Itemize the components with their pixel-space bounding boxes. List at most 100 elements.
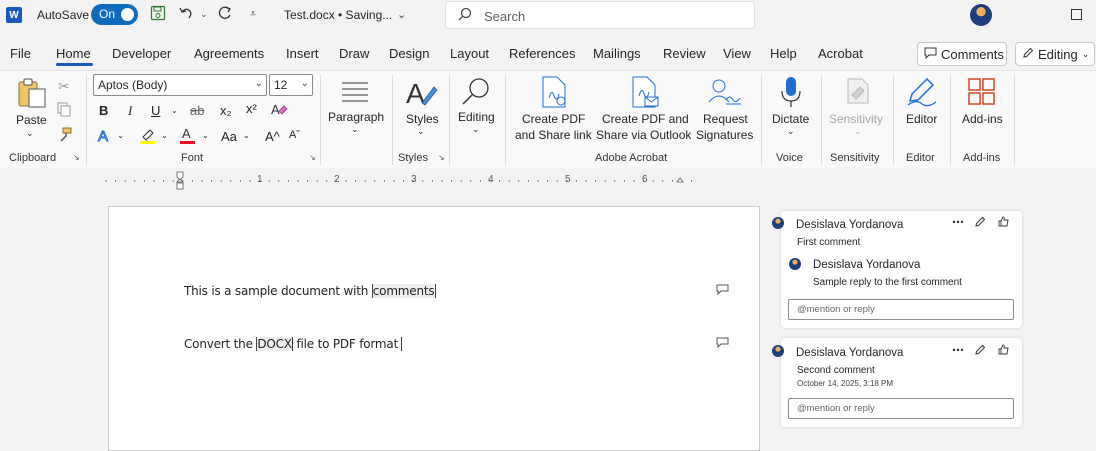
- commented-text-2[interactable]: DOCX: [256, 337, 292, 351]
- create-pdf-outlook-label-1[interactable]: Create PDF and: [602, 112, 689, 126]
- underline-button[interactable]: U: [151, 103, 160, 118]
- tab-acrobat[interactable]: Acrobat: [818, 46, 863, 61]
- styles-icon[interactable]: A: [404, 77, 438, 112]
- italic-button[interactable]: I: [128, 103, 132, 119]
- highlight-color-icon[interactable]: [139, 127, 157, 148]
- reply-input[interactable]: @mention or reply: [788, 398, 1014, 419]
- document-line-2[interactable]: Convert the DOCX file to PDF format: [184, 337, 403, 351]
- superscript-button[interactable]: x²: [246, 101, 257, 116]
- chevron-down-icon[interactable]: ⌄: [351, 124, 359, 135]
- chevron-down-icon[interactable]: ⌄: [202, 131, 209, 140]
- styles-label[interactable]: Styles: [406, 112, 439, 126]
- subscript-button[interactable]: x₂: [220, 103, 232, 118]
- text-effects-icon[interactable]: A: [97, 127, 113, 146]
- chevron-down-icon[interactable]: ⌄: [243, 131, 250, 140]
- format-painter-icon[interactable]: [57, 127, 73, 146]
- editing-mode-button[interactable]: Editing ⌄: [1015, 42, 1095, 66]
- tab-file[interactable]: File: [10, 46, 31, 61]
- reply-input[interactable]: @mention or reply: [788, 299, 1014, 320]
- commented-text-1[interactable]: comments: [371, 284, 435, 298]
- tab-mailings[interactable]: Mailings: [593, 46, 641, 61]
- chevron-down-icon[interactable]: ⌄: [787, 126, 795, 137]
- font-launcher-icon[interactable]: ↘: [309, 153, 316, 162]
- find-icon[interactable]: [459, 76, 493, 109]
- comment-thread-2[interactable]: Desislava Yordanova ⋯ Second comment Oct…: [772, 338, 1022, 427]
- more-options-icon[interactable]: ⋯: [952, 343, 964, 357]
- editor-icon[interactable]: [906, 77, 938, 110]
- tab-draw[interactable]: Draw: [339, 46, 369, 61]
- grow-font-button[interactable]: A^: [265, 129, 280, 144]
- copy-icon[interactable]: [57, 102, 72, 120]
- paragraph-label[interactable]: Paragraph: [328, 110, 384, 124]
- redo-icon[interactable]: [217, 5, 233, 26]
- bold-button[interactable]: B: [99, 103, 108, 118]
- tab-developer[interactable]: Developer: [112, 46, 171, 61]
- clipboard-launcher-icon[interactable]: ↘: [73, 153, 80, 162]
- clear-formatting-icon[interactable]: A: [270, 101, 288, 120]
- comment-thread-1[interactable]: Desislava Yordanova ⋯ First comment Desi…: [772, 211, 1022, 328]
- create-pdf-link-label-1[interactable]: Create PDF: [522, 112, 585, 126]
- change-case-button[interactable]: Aa: [221, 129, 237, 144]
- tab-references[interactable]: References: [509, 46, 575, 61]
- maximize-icon[interactable]: [1071, 9, 1082, 20]
- tab-design[interactable]: Design: [389, 46, 429, 61]
- add-ins-icon[interactable]: [967, 77, 997, 110]
- underline-dropdown-icon[interactable]: ⌄: [171, 106, 178, 115]
- paste-dropdown-icon[interactable]: ⌄: [26, 128, 34, 139]
- styles-launcher-icon[interactable]: ↘: [438, 153, 445, 162]
- tab-layout[interactable]: Layout: [450, 46, 489, 61]
- document-line-1[interactable]: This is a sample document with comments: [184, 284, 437, 298]
- request-signatures-label-1[interactable]: Request: [703, 112, 748, 126]
- chevron-down-icon[interactable]: ⌄: [117, 131, 124, 140]
- cut-icon[interactable]: ✂: [58, 78, 70, 95]
- user-avatar[interactable]: [970, 4, 992, 26]
- shrink-font-button[interactable]: Aˇ: [289, 129, 300, 141]
- add-ins-label[interactable]: Add-ins: [962, 112, 1003, 126]
- chevron-down-icon[interactable]: ⌄: [472, 124, 480, 135]
- sensitivity-label[interactable]: Sensitivity: [829, 112, 883, 126]
- comment-marker-icon[interactable]: [716, 337, 729, 348]
- document-title[interactable]: Test.docx • Saving...: [284, 8, 392, 22]
- comments-button[interactable]: Comments: [917, 42, 1007, 66]
- edit-pencil-icon[interactable]: [974, 344, 986, 359]
- sensitivity-icon[interactable]: [845, 77, 871, 108]
- editor-label[interactable]: Editor: [906, 112, 937, 126]
- paste-label[interactable]: Paste: [16, 113, 47, 127]
- comment-marker-icon[interactable]: [716, 284, 729, 295]
- create-pdf-link-label-2[interactable]: and Share link: [515, 128, 592, 142]
- tab-home[interactable]: Home: [56, 46, 91, 61]
- document-page[interactable]: This is a sample document with comments …: [108, 206, 760, 451]
- create-pdf-link-icon[interactable]: [540, 76, 568, 111]
- tab-agreements[interactable]: Agreements: [194, 46, 264, 61]
- title-chevron-icon[interactable]: ⌄: [397, 8, 406, 21]
- create-pdf-outlook-label-2[interactable]: Share via Outlook: [596, 128, 691, 142]
- autosave-toggle[interactable]: On: [91, 4, 138, 25]
- chevron-down-icon[interactable]: ⌄: [417, 126, 425, 137]
- create-pdf-outlook-icon[interactable]: [630, 76, 660, 111]
- customize-qat-icon[interactable]: ⩡: [250, 8, 256, 21]
- strikethrough-button[interactable]: ab: [190, 103, 204, 118]
- like-icon[interactable]: [998, 344, 1010, 359]
- request-signatures-label-2[interactable]: Signatures: [696, 128, 753, 142]
- font-name-select[interactable]: Aptos (Body) ⌄: [93, 74, 267, 96]
- tab-insert[interactable]: Insert: [286, 46, 319, 61]
- tab-view[interactable]: View: [723, 46, 751, 61]
- font-size-select[interactable]: 12 ⌄: [269, 74, 313, 96]
- vertical-ruler[interactable]: [0, 200, 8, 451]
- paste-icon[interactable]: [15, 77, 47, 112]
- save-icon[interactable]: [150, 5, 166, 26]
- like-icon[interactable]: [998, 216, 1010, 231]
- undo-dropdown-icon[interactable]: ⌄: [200, 9, 208, 20]
- edit-pencil-icon[interactable]: [974, 216, 986, 231]
- paragraph-icon[interactable]: [340, 80, 370, 105]
- undo-icon[interactable]: [178, 5, 194, 26]
- search-box[interactable]: Search: [445, 1, 755, 29]
- chevron-down-icon[interactable]: ⌄: [854, 126, 862, 137]
- microphone-icon[interactable]: [779, 76, 803, 111]
- editing-label[interactable]: Editing: [458, 110, 495, 124]
- tab-help[interactable]: Help: [770, 46, 797, 61]
- chevron-down-icon[interactable]: ⌄: [161, 131, 168, 140]
- more-options-icon[interactable]: ⋯: [952, 215, 964, 229]
- tab-review[interactable]: Review: [663, 46, 706, 61]
- font-color-icon[interactable]: A: [179, 126, 197, 148]
